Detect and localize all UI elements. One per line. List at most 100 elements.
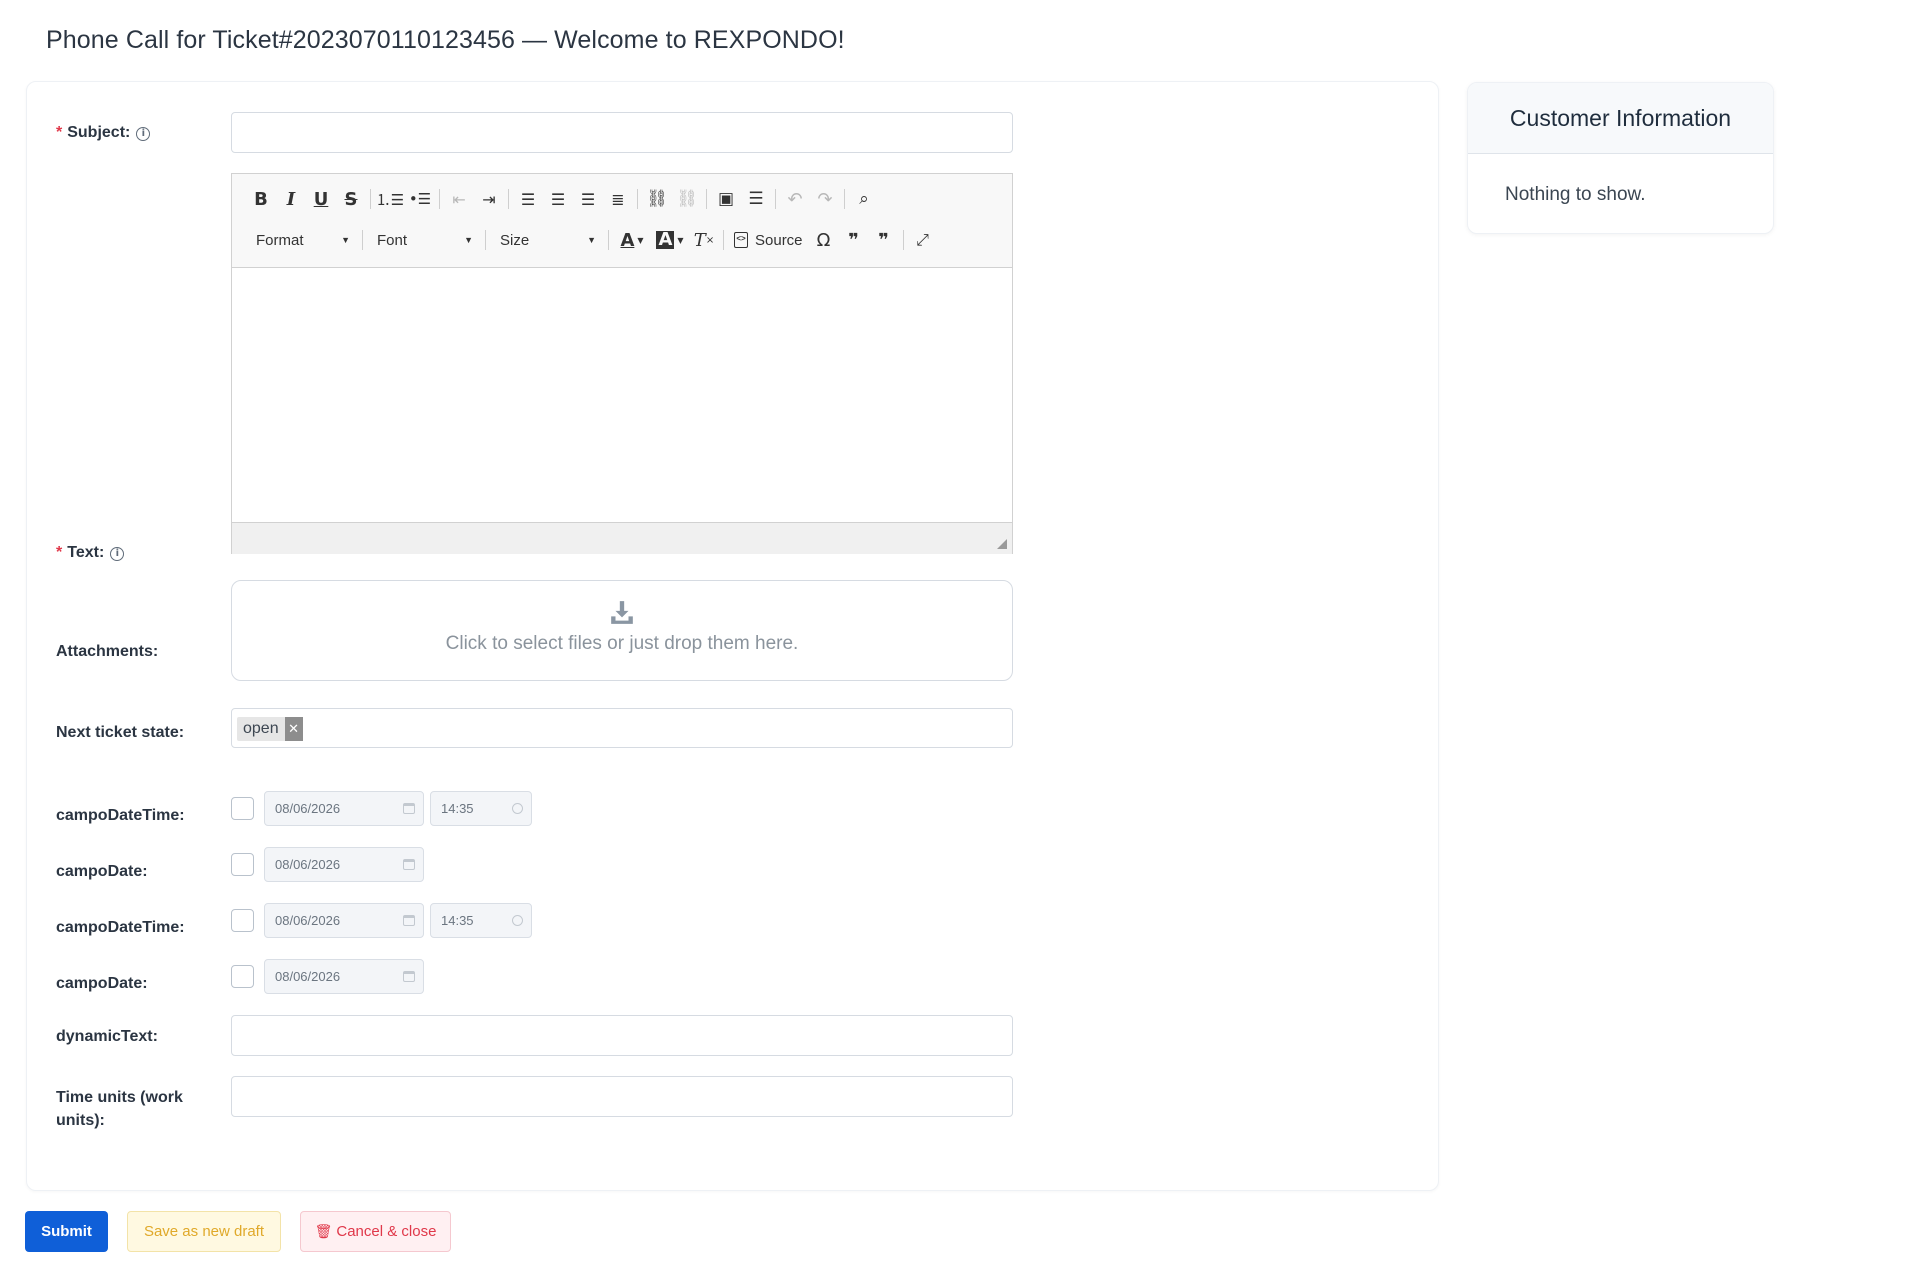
find-icon[interactable]: ⌕	[849, 185, 879, 213]
time-input[interactable]: 14:35	[430, 791, 532, 826]
strikethrough-icon[interactable]: S	[336, 185, 366, 213]
date-input[interactable]: 08/06/2026	[264, 959, 424, 994]
toolbar-separator	[485, 230, 486, 250]
trash-icon: 🗑	[314, 1223, 333, 1239]
subject-input[interactable]	[231, 112, 1013, 153]
next-state-select[interactable]: open ✕	[231, 708, 1013, 748]
toolbar-separator	[439, 189, 440, 209]
horizontal-line-icon[interactable]: ☰	[741, 185, 771, 213]
caret-down-icon: ▼	[341, 235, 350, 245]
calendar-icon	[403, 971, 415, 982]
toolbar-separator	[370, 189, 371, 209]
editor-content-area[interactable]	[232, 268, 1012, 522]
bulleted-list-icon[interactable]: •☰	[405, 185, 435, 213]
attachments-label: Attachments:	[56, 643, 159, 660]
attachments-dropzone[interactable]: Click to select files or just drop them …	[231, 580, 1013, 681]
toolbar-separator	[637, 189, 638, 209]
required-marker: *	[56, 124, 63, 141]
underline-icon[interactable]: U	[306, 185, 336, 213]
align-center-icon[interactable]: ☰	[543, 185, 573, 213]
remove-format-icon[interactable]: T ×	[689, 226, 719, 254]
calendar-icon	[403, 915, 415, 926]
calendar-icon	[403, 803, 415, 814]
source-icon: <>	[734, 232, 748, 248]
date-field-label: campoDateTime:	[56, 807, 185, 824]
toolbar-separator	[723, 230, 724, 250]
link-icon[interactable]: ⛓	[642, 185, 672, 213]
format-dropdown[interactable]: Format ▼	[246, 227, 358, 253]
time-units-input[interactable]	[231, 1076, 1013, 1117]
submit-button[interactable]: Submit	[25, 1211, 108, 1252]
source-button[interactable]: <> Source	[728, 232, 809, 249]
date-field-label: campoDateTime:	[56, 919, 185, 936]
caret-down-icon: ▼	[464, 235, 473, 245]
outdent-icon[interactable]: ⇤	[444, 185, 474, 213]
info-icon[interactable]: i	[136, 127, 151, 141]
clock-icon	[512, 803, 523, 814]
date-input[interactable]: 08/06/2026	[264, 847, 424, 882]
rich-text-editor: B I U S ⒈☰ •☰ ⇤ ⇥ ☰ ☰ ☰ ≣ ⛓ ⛓ ▣ ☰ ↶ ↷ ⌕	[231, 173, 1013, 554]
required-marker: *	[56, 544, 63, 561]
clock-icon	[512, 915, 523, 926]
date-input[interactable]: 08/06/2026	[264, 903, 424, 938]
bold-icon[interactable]: B	[246, 185, 276, 213]
date-field-checkbox[interactable]	[231, 853, 254, 876]
save-draft-button[interactable]: Save as new draft	[127, 1211, 281, 1252]
toolbar-separator	[844, 189, 845, 209]
editor-toolbar: B I U S ⒈☰ •☰ ⇤ ⇥ ☰ ☰ ☰ ≣ ⛓ ⛓ ▣ ☰ ↶ ↷ ⌕	[232, 174, 1012, 268]
calendar-icon	[403, 859, 415, 870]
subject-label: * Subject: i	[56, 121, 151, 144]
info-icon[interactable]: i	[110, 547, 125, 561]
toolbar-separator	[508, 189, 509, 209]
time-input[interactable]: 14:35	[430, 903, 532, 938]
dynamic-text-input[interactable]	[231, 1015, 1013, 1056]
dropzone-text: Click to select files or just drop them …	[445, 633, 799, 654]
blockquote-icon[interactable]: ❞	[839, 226, 869, 254]
background-color-icon[interactable]: A ▼	[651, 226, 689, 254]
page-title: Phone Call for Ticket#2023070110123456 —…	[46, 26, 845, 54]
toolbar-row-1: B I U S ⒈☰ •☰ ⇤ ⇥ ☰ ☰ ☰ ≣ ⛓ ⛓ ▣ ☰ ↶ ↷ ⌕	[246, 184, 879, 214]
customer-info-empty: Nothing to show.	[1505, 184, 1646, 205]
text-color-icon[interactable]: A ▼	[613, 226, 651, 254]
image-icon[interactable]: ▣	[711, 185, 741, 213]
size-dropdown[interactable]: Size ▼	[490, 227, 604, 253]
redo-icon[interactable]: ↷	[810, 185, 840, 213]
numbered-list-icon[interactable]: ⒈☰	[375, 185, 405, 213]
unlink-icon[interactable]: ⛓	[672, 185, 702, 213]
date-field-label: campoDate:	[56, 975, 148, 992]
remove-chip-icon[interactable]: ✕	[284, 717, 303, 741]
next-state-label: Next ticket state:	[56, 724, 185, 741]
indent-icon[interactable]: ⇥	[474, 185, 504, 213]
date-field-checkbox[interactable]	[231, 965, 254, 988]
toolbar-separator	[362, 230, 363, 250]
toolbar-row-2: Format ▼ Font ▼ Size ▼ A ▼ A ▼ T × <> Source Ω …	[246, 225, 938, 255]
toolbar-separator	[706, 189, 707, 209]
special-character-icon[interactable]: Ω	[809, 226, 839, 254]
caret-down-icon: ▼	[587, 235, 596, 245]
date-input[interactable]: 08/06/2026	[264, 791, 424, 826]
time-units-label: Time units (work units):	[56, 1089, 183, 1129]
customer-info-title: Customer Information	[1468, 83, 1773, 154]
align-left-icon[interactable]: ☰	[513, 185, 543, 213]
customer-info-card: Customer Information Nothing to show.	[1467, 82, 1774, 234]
justify-icon[interactable]: ≣	[603, 185, 633, 213]
undo-icon[interactable]: ↶	[780, 185, 810, 213]
font-dropdown[interactable]: Font ▼	[367, 227, 481, 253]
dynamic-text-label: dynamicText:	[56, 1028, 158, 1045]
state-chip: open ✕	[237, 717, 303, 741]
date-field-checkbox[interactable]	[231, 909, 254, 932]
date-field-label: campoDate:	[56, 863, 148, 880]
download-icon	[611, 601, 633, 624]
italic-icon[interactable]: I	[276, 185, 306, 213]
toolbar-separator	[775, 189, 776, 209]
editor-status-bar	[232, 522, 1012, 554]
remove-quote-icon[interactable]: ❞	[869, 226, 899, 254]
align-right-icon[interactable]: ☰	[573, 185, 603, 213]
toolbar-separator	[608, 230, 609, 250]
toolbar-separator	[902, 230, 904, 250]
maximize-icon[interactable]: ⤢	[908, 226, 938, 254]
date-field-checkbox[interactable]	[231, 797, 254, 820]
resize-handle-icon[interactable]	[997, 539, 1007, 549]
cancel-close-button[interactable]: 🗑 Cancel & close	[300, 1211, 451, 1252]
text-label: * Text: i	[56, 541, 125, 564]
